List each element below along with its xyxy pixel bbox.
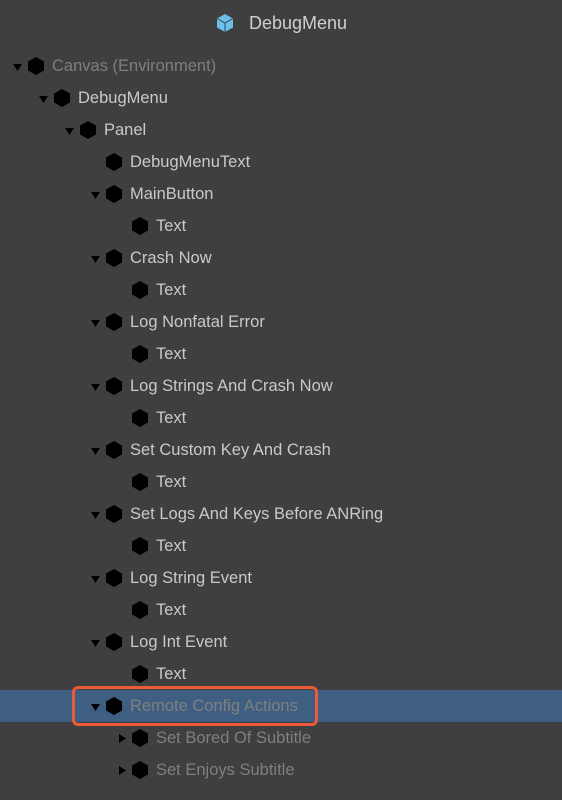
hierarchy-label: Text bbox=[156, 282, 186, 299]
hierarchy-row[interactable]: Log Nonfatal Error bbox=[0, 306, 562, 338]
expand-arrow-icon[interactable] bbox=[114, 763, 128, 777]
hierarchy-label: MainButton bbox=[130, 186, 213, 203]
hierarchy-row[interactable]: Set Logs And Keys Before ANRing bbox=[0, 498, 562, 530]
gameobject-icon bbox=[130, 664, 150, 684]
hierarchy-label: Text bbox=[156, 602, 186, 619]
collapse-arrow-icon[interactable] bbox=[88, 187, 102, 201]
collapse-arrow-icon[interactable] bbox=[88, 315, 102, 329]
collapse-arrow-icon[interactable] bbox=[10, 59, 24, 73]
hierarchy-row[interactable]: Log String Event bbox=[0, 562, 562, 594]
gameobject-icon bbox=[130, 344, 150, 364]
hierarchy-label: DebugMenu bbox=[78, 90, 168, 107]
gameobject-icon bbox=[130, 472, 150, 492]
hierarchy-label: Log Int Event bbox=[130, 634, 227, 651]
gameobject-icon bbox=[104, 568, 124, 588]
hierarchy-row[interactable]: Text bbox=[0, 466, 562, 498]
hierarchy-row[interactable]: Text bbox=[0, 402, 562, 434]
hierarchy-label: Remote Config Actions bbox=[130, 698, 298, 715]
collapse-arrow-icon[interactable] bbox=[88, 443, 102, 457]
collapse-arrow-icon[interactable] bbox=[62, 123, 76, 137]
hierarchy-label: Set Custom Key And Crash bbox=[130, 442, 331, 459]
gameobject-icon bbox=[130, 408, 150, 428]
hierarchy-label: Crash Now bbox=[130, 250, 212, 267]
hierarchy-row[interactable]: Text bbox=[0, 594, 562, 626]
gameobject-icon bbox=[104, 152, 124, 172]
hierarchy-label: Log Nonfatal Error bbox=[130, 314, 265, 331]
hierarchy-row[interactable]: DebugMenu bbox=[0, 82, 562, 114]
gameobject-icon bbox=[130, 600, 150, 620]
collapse-arrow-icon[interactable] bbox=[88, 507, 102, 521]
gameobject-icon bbox=[104, 376, 124, 396]
hierarchy-label: Set Enjoys Subtitle bbox=[156, 762, 295, 779]
hierarchy-tree[interactable]: Canvas (Environment) DebugMenu Panel Deb… bbox=[0, 46, 562, 786]
hierarchy-label: Canvas (Environment) bbox=[52, 58, 216, 75]
hierarchy-label: Log Strings And Crash Now bbox=[130, 378, 333, 395]
collapse-arrow-icon[interactable] bbox=[88, 251, 102, 265]
prefab-icon bbox=[215, 13, 235, 33]
hierarchy-label: Set Bored Of Subtitle bbox=[156, 730, 311, 747]
gameobject-icon bbox=[104, 696, 124, 716]
collapse-arrow-icon[interactable] bbox=[88, 379, 102, 393]
hierarchy-label: Text bbox=[156, 474, 186, 491]
hierarchy-label: Log String Event bbox=[130, 570, 252, 587]
hierarchy-row[interactable]: Set Enjoys Subtitle bbox=[0, 754, 562, 786]
hierarchy-row[interactable]: Log Int Event bbox=[0, 626, 562, 658]
hierarchy-row[interactable]: Text bbox=[0, 210, 562, 242]
hierarchy-row[interactable]: Remote Config Actions bbox=[0, 690, 562, 722]
gameobject-icon bbox=[130, 216, 150, 236]
gameobject-icon bbox=[104, 184, 124, 204]
hierarchy-row[interactable]: Text bbox=[0, 530, 562, 562]
hierarchy-row[interactable]: Set Custom Key And Crash bbox=[0, 434, 562, 466]
hierarchy-row[interactable]: Set Bored Of Subtitle bbox=[0, 722, 562, 754]
hierarchy-row[interactable]: Text bbox=[0, 658, 562, 690]
hierarchy-header: DebugMenu bbox=[0, 0, 562, 46]
gameobject-icon bbox=[104, 440, 124, 460]
hierarchy-row[interactable]: Panel bbox=[0, 114, 562, 146]
hierarchy-label: Text bbox=[156, 538, 186, 555]
gameobject-icon bbox=[104, 632, 124, 652]
gameobject-icon bbox=[104, 248, 124, 268]
collapse-arrow-icon[interactable] bbox=[36, 91, 50, 105]
hierarchy-row[interactable]: Log Strings And Crash Now bbox=[0, 370, 562, 402]
gameobject-icon bbox=[130, 536, 150, 556]
collapse-arrow-icon[interactable] bbox=[88, 571, 102, 585]
hierarchy-label: Text bbox=[156, 666, 186, 683]
gameobject-icon bbox=[52, 88, 72, 108]
gameobject-icon bbox=[78, 120, 98, 140]
hierarchy-label: Text bbox=[156, 346, 186, 363]
gameobject-icon bbox=[104, 312, 124, 332]
gameobject-icon bbox=[26, 56, 46, 76]
gameobject-icon bbox=[130, 760, 150, 780]
hierarchy-label: Set Logs And Keys Before ANRing bbox=[130, 506, 383, 523]
hierarchy-row[interactable]: DebugMenuText bbox=[0, 146, 562, 178]
hierarchy-label: Text bbox=[156, 218, 186, 235]
header-title: DebugMenu bbox=[249, 13, 347, 34]
hierarchy-row[interactable]: Canvas (Environment) bbox=[0, 50, 562, 82]
collapse-arrow-icon[interactable] bbox=[88, 635, 102, 649]
hierarchy-row[interactable]: MainButton bbox=[0, 178, 562, 210]
hierarchy-label: Panel bbox=[104, 122, 146, 139]
hierarchy-row[interactable]: Text bbox=[0, 338, 562, 370]
gameobject-icon bbox=[130, 728, 150, 748]
hierarchy-label: DebugMenuText bbox=[130, 154, 250, 171]
collapse-arrow-icon[interactable] bbox=[88, 699, 102, 713]
hierarchy-row[interactable]: Text bbox=[0, 274, 562, 306]
gameobject-icon bbox=[104, 504, 124, 524]
hierarchy-row[interactable]: Crash Now bbox=[0, 242, 562, 274]
hierarchy-label: Text bbox=[156, 410, 186, 427]
gameobject-icon bbox=[130, 280, 150, 300]
expand-arrow-icon[interactable] bbox=[114, 731, 128, 745]
